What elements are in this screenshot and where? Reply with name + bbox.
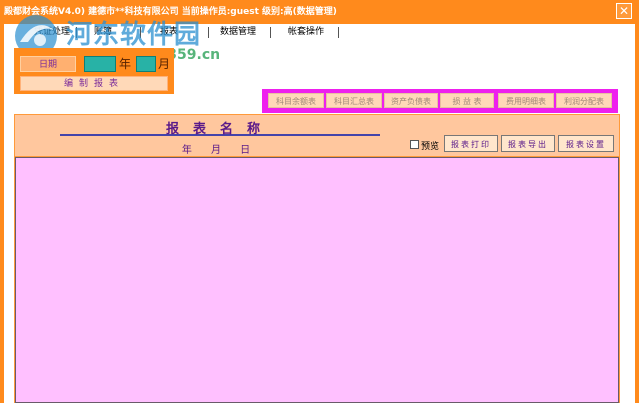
year-unit-label: 年 <box>119 57 132 71</box>
month-unit-label: 月 <box>158 57 171 71</box>
tab-data-management[interactable]: 数据管理 <box>216 25 260 39</box>
month-input[interactable] <box>136 56 156 72</box>
account-summary-button[interactable]: 科目汇总表 <box>326 93 382 108</box>
account-balance-button[interactable]: 科目余额表 <box>268 93 324 108</box>
tab-separator <box>338 27 339 38</box>
preview-label: 预览 <box>421 142 440 152</box>
tab-account-set[interactable]: 帐套操作 <box>284 25 328 39</box>
tab-separator <box>270 27 271 38</box>
report-title: 报表名称 <box>60 118 380 137</box>
report-content-area[interactable] <box>15 157 619 403</box>
close-button[interactable]: ✕ <box>616 3 632 19</box>
date-label: 日期 <box>20 56 76 72</box>
year-input[interactable] <box>84 56 116 72</box>
balance-sheet-button[interactable]: 资产负债表 <box>384 93 438 108</box>
profit-distribution-button[interactable]: 利润分配表 <box>556 93 612 108</box>
expense-detail-button[interactable]: 费用明细表 <box>498 93 554 108</box>
export-report-button[interactable]: 报表导出 <box>501 135 555 152</box>
report-date-line: 年 月 日 <box>181 145 259 156</box>
print-report-button[interactable]: 报表打印 <box>444 135 498 152</box>
watermark-site-name: 河东软件园 <box>66 20 202 50</box>
tab-separator <box>208 27 209 38</box>
report-settings-button[interactable]: 报表设置 <box>558 135 614 152</box>
preview-checkbox[interactable] <box>410 140 419 149</box>
compile-report-button[interactable]: 编制报表 <box>20 76 168 91</box>
income-statement-button[interactable]: 损 益 表 <box>440 93 494 108</box>
